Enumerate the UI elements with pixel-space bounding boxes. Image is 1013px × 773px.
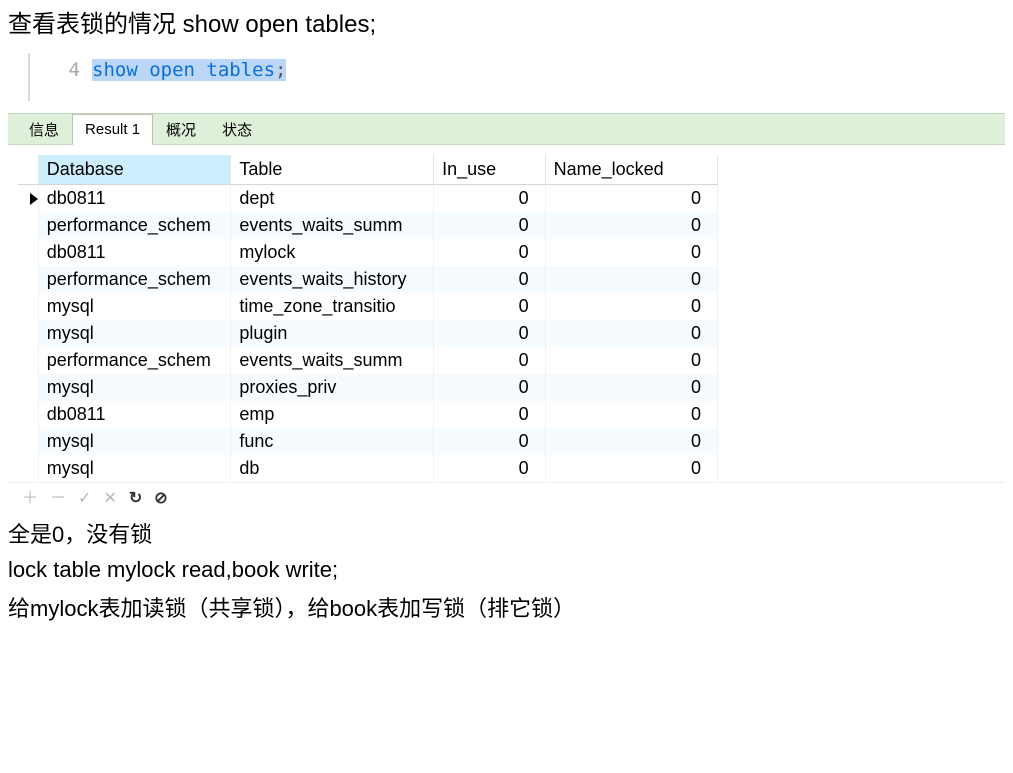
row-marker [18,212,38,239]
result-grid: DatabaseTableIn_useName_locked db0811dep… [18,155,718,482]
cell[interactable]: 0 [434,401,546,428]
minus-icon[interactable]: － [50,491,66,507]
cell[interactable]: mylock [231,239,434,266]
tab-概况[interactable]: 概况 [153,114,209,144]
tab-状态[interactable]: 状态 [209,114,265,144]
cell[interactable]: db0811 [38,239,231,266]
result-grid-wrap: DatabaseTableIn_useName_locked db0811dep… [8,145,1005,482]
cell[interactable]: db [231,455,434,482]
refresh-icon[interactable]: ↻ [129,491,142,507]
table-row[interactable]: performance_schemevents_waits_history00 [18,266,718,293]
check-icon[interactable]: ✓ [78,491,91,507]
cell[interactable]: func [231,428,434,455]
tab-result-1[interactable]: Result 1 [72,114,153,144]
cell[interactable]: events_waits_summ [231,212,434,239]
grid-toolbar: ＋ － ✓ ✕ ↻ ⊘ [8,482,1005,513]
code-gutter: 4 [30,53,92,101]
cell[interactable]: plugin [231,320,434,347]
table-row[interactable]: mysqlplugin00 [18,320,718,347]
cell[interactable]: performance_schem [38,212,231,239]
cell[interactable]: 0 [545,455,717,482]
code-sql[interactable]: show open tables [92,59,275,81]
cell[interactable]: 0 [545,347,717,374]
cell[interactable]: emp [231,401,434,428]
cell[interactable]: 0 [434,239,546,266]
note-explain: 给mylock表加读锁（共享锁），给book表加写锁（排它锁） [8,591,1005,623]
cell[interactable]: db0811 [38,185,231,213]
cell[interactable]: 0 [434,455,546,482]
row-marker [18,239,38,266]
cell[interactable]: mysql [38,455,231,482]
table-row[interactable]: mysqlproxies_priv00 [18,374,718,401]
row-marker [18,374,38,401]
cell[interactable]: performance_schem [38,347,231,374]
cell[interactable]: 0 [434,320,546,347]
code-editor[interactable]: 4 show open tables; [28,53,1005,101]
table-row[interactable]: performance_schemevents_waits_summ00 [18,212,718,239]
cell[interactable]: mysql [38,320,231,347]
column-header[interactable]: Table [231,155,434,185]
cell[interactable]: 0 [434,374,546,401]
table-row[interactable]: mysqlfunc00 [18,428,718,455]
code-terminator[interactable]: ; [275,59,286,81]
row-marker [18,293,38,320]
page-title: 查看表锁的情况 show open tables; [8,0,1005,43]
note-all-zero: 全是0，没有锁 [8,517,1005,549]
cell[interactable]: 0 [434,266,546,293]
result-tab-bar: 信息Result 1概况状态 [8,113,1005,145]
column-header[interactable]: Database [38,155,231,185]
row-marker [18,347,38,374]
cell[interactable]: mysql [38,428,231,455]
cell[interactable]: mysql [38,293,231,320]
table-row[interactable]: mysqltime_zone_transitio00 [18,293,718,320]
row-marker [18,185,38,213]
cell[interactable]: 0 [545,293,717,320]
cell[interactable]: 0 [545,428,717,455]
cell[interactable]: time_zone_transitio [231,293,434,320]
row-marker [18,428,38,455]
row-marker [18,266,38,293]
plus-icon[interactable]: ＋ [22,491,38,507]
tab-信息[interactable]: 信息 [16,114,72,144]
note-lock-sql: lock table mylock read,book write; [8,557,1005,583]
cell[interactable]: 0 [545,185,717,213]
cell[interactable]: 0 [545,212,717,239]
cell[interactable]: mysql [38,374,231,401]
column-header[interactable]: Name_locked [545,155,717,185]
cell[interactable]: 0 [434,293,546,320]
row-marker [18,455,38,482]
table-row[interactable]: db0811dept00 [18,185,718,213]
cell[interactable]: 0 [545,239,717,266]
cross-icon[interactable]: ✕ [103,491,116,507]
cell[interactable]: db0811 [38,401,231,428]
cell[interactable]: 0 [545,374,717,401]
cell[interactable]: events_waits_history [231,266,434,293]
cell[interactable]: proxies_priv [231,374,434,401]
cell[interactable]: dept [231,185,434,213]
cell[interactable]: 0 [545,401,717,428]
table-row[interactable]: performance_schemevents_waits_summ00 [18,347,718,374]
table-row[interactable]: db0811emp00 [18,401,718,428]
cell[interactable]: 0 [545,320,717,347]
cell[interactable]: 0 [434,185,546,213]
row-marker [18,401,38,428]
stop-icon[interactable]: ⊘ [154,491,167,507]
cell[interactable]: 0 [545,266,717,293]
row-marker [18,320,38,347]
code-line[interactable]: show open tables; [92,53,1005,101]
cell[interactable]: performance_schem [38,266,231,293]
cell[interactable]: 0 [434,212,546,239]
column-rowmarker [18,155,38,185]
table-row[interactable]: db0811mylock00 [18,239,718,266]
cell[interactable]: 0 [434,347,546,374]
current-row-icon [30,193,38,205]
cell[interactable]: events_waits_summ [231,347,434,374]
table-row[interactable]: mysqldb00 [18,455,718,482]
column-header[interactable]: In_use [434,155,546,185]
cell[interactable]: 0 [434,428,546,455]
